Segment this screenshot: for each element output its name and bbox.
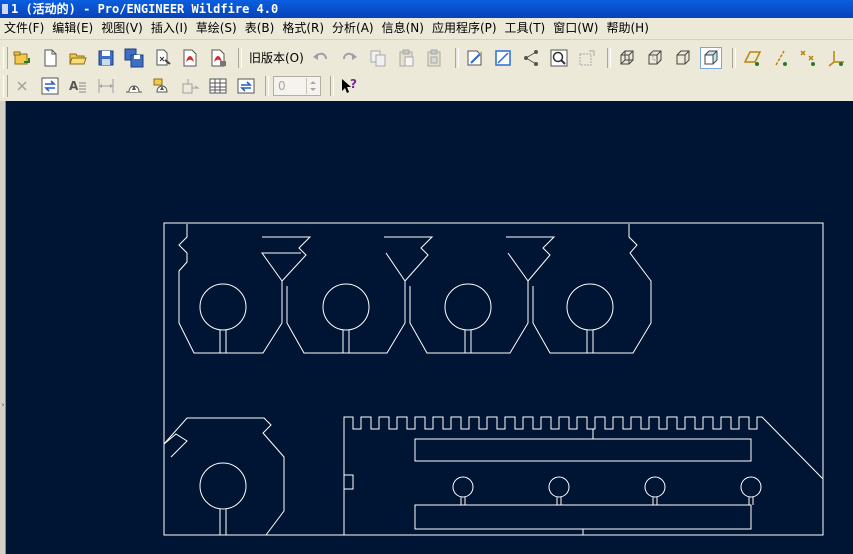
expand-arrow-icon[interactable]: › [0, 401, 6, 409]
open-folder-icon[interactable] [67, 47, 89, 69]
shading-icon[interactable] [700, 47, 722, 69]
no-hidden-icon[interactable] [672, 47, 694, 69]
export-pdf-icon[interactable] [179, 47, 201, 69]
note-icon[interactable] [123, 75, 145, 97]
spin-center-icon[interactable] [520, 47, 542, 69]
table-icon[interactable] [207, 75, 229, 97]
menu-info[interactable]: 信息(N) [378, 18, 428, 39]
print-icon[interactable] [151, 47, 173, 69]
context-help-icon[interactable]: ? [338, 75, 360, 97]
toolbar-grip[interactable] [3, 75, 8, 97]
paste-special-icon[interactable] [423, 47, 445, 69]
repaint-icon[interactable] [492, 47, 514, 69]
menu-tools[interactable]: 工具(T) [501, 18, 550, 39]
export-pdf-settings-icon[interactable] [207, 47, 229, 69]
menu-edit[interactable]: 编辑(E) [48, 18, 97, 39]
menu-sketch[interactable]: 草绘(S) [192, 18, 241, 39]
drawing-canvas[interactable]: › [0, 101, 853, 554]
swap-view-icon[interactable] [39, 75, 61, 97]
new-file-icon[interactable] [39, 47, 61, 69]
toolbar-separator [607, 48, 611, 68]
dimension-icon[interactable] [95, 75, 117, 97]
move-item-icon[interactable] [179, 75, 201, 97]
save-copy-icon[interactable] [123, 47, 145, 69]
undo-icon[interactable] [310, 47, 332, 69]
copy-icon[interactable] [367, 47, 389, 69]
regenerate-icon[interactable] [464, 47, 486, 69]
part-3 [409, 236, 556, 354]
menu-table[interactable]: 表(B) [241, 18, 279, 39]
toolbar-separator [265, 76, 269, 96]
datum-plane-display-icon[interactable] [741, 47, 763, 69]
menu-bar: 文件(F) 编辑(E) 视图(V) 插入(I) 草绘(S) 表(B) 格式(R) 分析(A) 信… [0, 18, 853, 40]
menu-window[interactable]: 窗口(W) [549, 18, 602, 39]
paste-icon[interactable] [395, 47, 417, 69]
drawing-toolbar: A 0 ? [0, 72, 853, 100]
menu-view[interactable]: 视图(V) [97, 18, 147, 39]
zoom-window-icon[interactable] [548, 47, 570, 69]
menu-format[interactable]: 格式(R) [278, 18, 328, 39]
menu-insert[interactable]: 插入(I) [147, 18, 192, 39]
main-toolbar: 旧版本(O) [0, 44, 853, 72]
menu-applications[interactable]: 应用程序(P) [428, 18, 501, 39]
part-1 [178, 224, 312, 354]
part-5 [163, 417, 285, 536]
toolbar-separator [330, 76, 334, 96]
spinner-arrows[interactable] [306, 78, 319, 94]
svg-text:?: ? [350, 77, 357, 91]
toolbar-separator [455, 48, 459, 68]
sheet-border [163, 222, 824, 536]
menu-analysis[interactable]: 分析(A) [328, 18, 378, 39]
update-tables-icon[interactable] [235, 75, 257, 97]
svg-text:A: A [69, 79, 79, 93]
spinner-value: 0 [278, 79, 286, 93]
delete-icon[interactable] [11, 75, 33, 97]
toolbar-separator [732, 48, 736, 68]
spinner-field[interactable]: 0 [273, 76, 321, 96]
part-4 [532, 224, 652, 354]
redo-icon[interactable] [338, 47, 360, 69]
datum-point-display-icon[interactable] [797, 47, 819, 69]
menu-file[interactable]: 文件(F) [0, 18, 48, 39]
refit-icon[interactable] [576, 47, 598, 69]
app-icon [2, 4, 8, 14]
window-title: 1 (活动的) - Pro/ENGINEER Wildfire 4.0 [11, 2, 279, 16]
hidden-line-icon[interactable] [644, 47, 666, 69]
menu-help[interactable]: 帮助(H) [602, 18, 652, 39]
datum-axis-display-icon[interactable] [769, 47, 791, 69]
drawing-sheet [163, 222, 824, 536]
legacy-version-button[interactable]: 旧版本(O) [249, 47, 304, 69]
save-icon[interactable] [95, 47, 117, 69]
wireframe-icon[interactable] [616, 47, 638, 69]
navigator-splitter[interactable]: › [0, 101, 6, 554]
toolbar-grip[interactable] [3, 47, 8, 69]
text-style-icon[interactable]: A [67, 75, 89, 97]
coord-sys-display-icon[interactable] [825, 47, 847, 69]
window-title-bar: 1 (活动的) - Pro/ENGINEER Wildfire 4.0 [0, 0, 853, 18]
part-6 [343, 416, 824, 535]
toolbar-separator [238, 48, 242, 68]
open-recent-icon[interactable] [11, 47, 33, 69]
note-with-leader-icon[interactable] [151, 75, 173, 97]
